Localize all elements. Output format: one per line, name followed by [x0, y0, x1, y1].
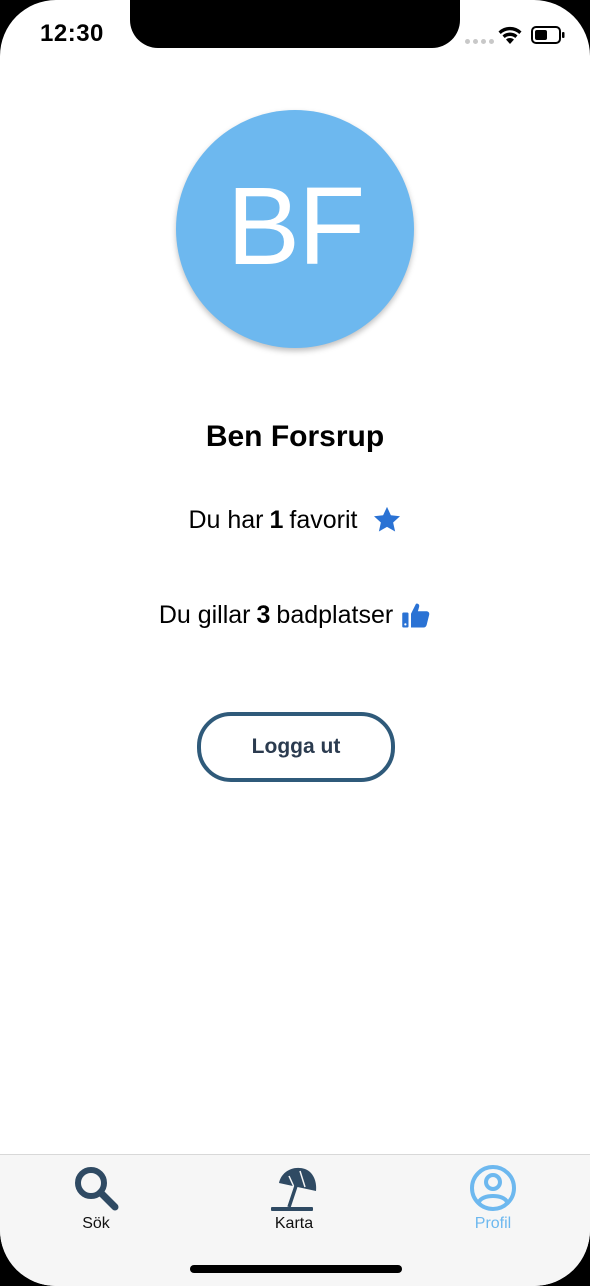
notch — [130, 0, 460, 48]
likes-prefix: Du gillar — [158, 600, 251, 629]
avatar: BF — [176, 110, 414, 348]
thumbs-up-icon — [402, 603, 430, 628]
tab-karta[interactable]: Karta — [229, 1155, 359, 1245]
likes-count: 3 — [256, 600, 271, 629]
status-time: 12:30 — [40, 20, 104, 47]
favorites-summary: Du har 1 favorit — [0, 505, 590, 535]
user-name: Ben Forsrup — [205, 420, 385, 453]
tab-profil[interactable]: Profil — [428, 1155, 558, 1245]
search-icon — [75, 1167, 119, 1211]
avatar-initials: BF — [226, 164, 366, 288]
wifi-icon — [498, 26, 522, 44]
logout-button[interactable]: Logga ut — [197, 712, 395, 782]
tab-sok-label: Sök — [82, 1215, 110, 1232]
tab-karta-label: Karta — [274, 1215, 314, 1232]
favorites-suffix: favorit — [289, 505, 358, 534]
cellular-signal-icon — [465, 39, 494, 44]
tab-profil-label: Profil — [474, 1215, 512, 1232]
home-indicator — [190, 1265, 402, 1273]
phone-screen: 12:30 BF Ben Forsrup Du har 1 favorit Du… — [0, 0, 590, 1286]
battery-icon — [531, 26, 565, 44]
beach-umbrella-icon — [271, 1167, 317, 1211]
likes-summary: Du gillar 3 badplatser — [0, 600, 590, 630]
favorites-prefix: Du har — [188, 505, 264, 534]
star-icon — [373, 506, 400, 532]
likes-suffix: badplatser — [276, 600, 394, 629]
favorites-count: 1 — [269, 505, 284, 534]
user-circle-icon — [470, 1165, 516, 1211]
tab-sok[interactable]: Sök — [31, 1155, 161, 1245]
